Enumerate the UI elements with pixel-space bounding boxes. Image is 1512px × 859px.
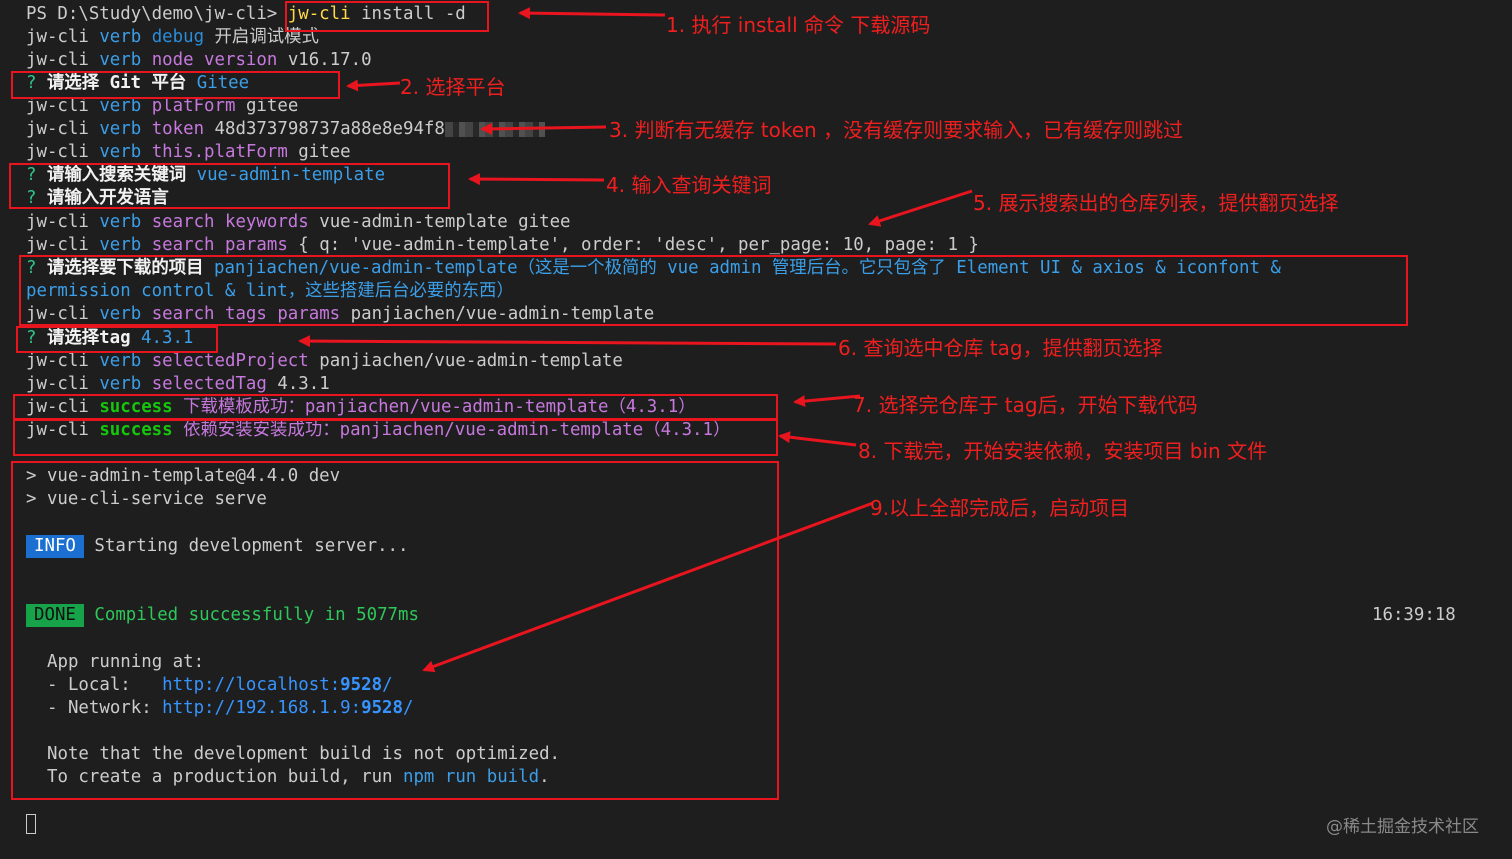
arrow-8 xyxy=(778,431,857,447)
annotation-9: 9.以上全部完成后，启动项目 xyxy=(870,496,1130,520)
annotation-8: 8. 下载完，开始安装依赖，安装项目 bin 文件 xyxy=(858,439,1268,463)
arrow-3 xyxy=(480,122,607,135)
annotation-4: 4. 输入查询关键词 xyxy=(606,173,772,197)
annotation-6: 6. 查询选中仓库 tag，提供翻页选择 xyxy=(838,336,1163,360)
arrow-9 xyxy=(422,501,874,673)
annotation-2: 2. 选择平台 xyxy=(400,75,506,99)
annotation-1: 1. 执行 install 命令 下载源码 xyxy=(666,13,931,37)
arrow-5 xyxy=(868,189,973,227)
annotation-7: 7. 选择完仓库于 tag后，开始下载代码 xyxy=(853,393,1198,417)
arrow-7 xyxy=(793,394,861,408)
arrow-2 xyxy=(346,79,401,92)
arrow-6 xyxy=(298,335,837,348)
annotation-3: 3. 判断有无缓存 token ，没有缓存则要求输入，已有缓存则跳过 xyxy=(609,118,1184,142)
annotation-5: 5. 展示搜索出的仓库列表，提供翻页选择 xyxy=(973,191,1339,215)
watermark: @稀土掘金技术社区 xyxy=(1326,817,1479,837)
arrow-4 xyxy=(468,173,605,186)
arrow-1 xyxy=(518,7,666,20)
